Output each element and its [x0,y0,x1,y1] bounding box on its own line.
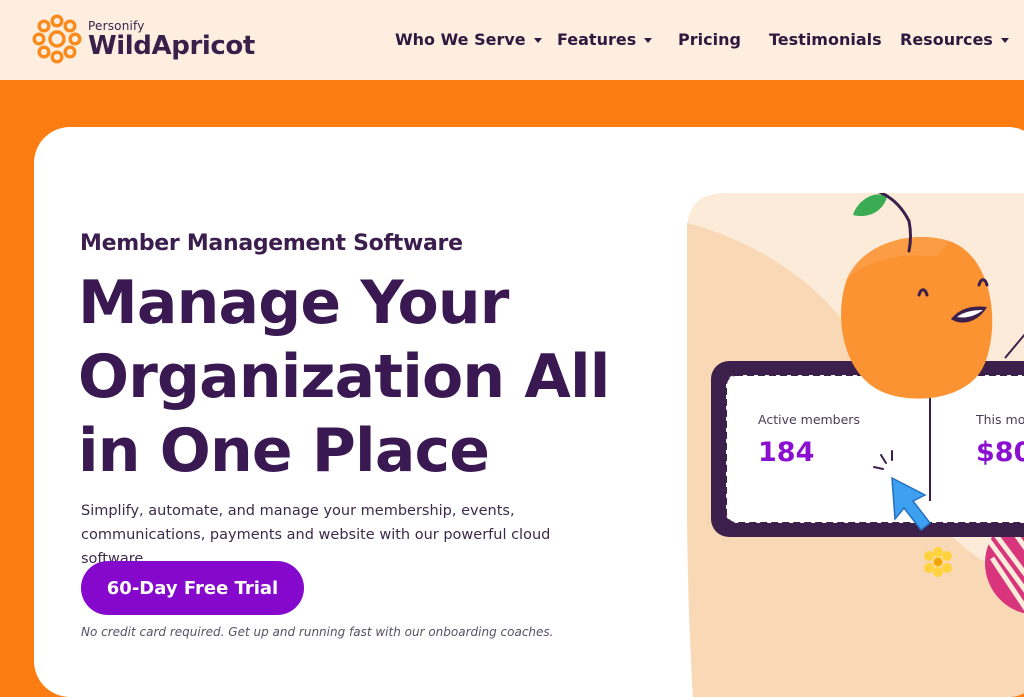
nav-label: Testimonials [769,30,882,49]
nav-resources[interactable]: Resources [900,30,1009,49]
hero-illustration: Active members 184 This mon $80 [687,193,1024,697]
nav-who-we-serve[interactable]: Who We Serve [395,30,542,49]
caret-down-icon [644,38,653,43]
nav-label: Resources [900,30,993,49]
nav-label: Who We Serve [395,30,526,49]
trial-note: No credit card required. Get up and runn… [81,625,554,639]
hero-eyebrow: Member Management Software [80,231,463,256]
stat-label-this-month: This mon [976,412,1024,427]
nav-features[interactable]: Features [557,30,653,49]
hero-headline: Manage Your Organization All in One Plac… [78,268,610,486]
logo-product-name: WildApricot [88,30,255,61]
apricot-sun-icon [32,14,82,64]
free-trial-button[interactable]: 60-Day Free Trial [81,561,304,615]
caret-down-icon [533,38,542,43]
hero-card: Member Management Software Manage Your O… [34,127,1024,697]
stat-label-active-members: Active members [758,412,860,427]
nav-label: Pricing [678,30,741,49]
nav-testimonials[interactable]: Testimonials [769,30,882,49]
nav-label: Features [557,30,637,49]
stat-value-this-month: $80 [976,437,1024,468]
caret-down-icon [1000,38,1009,43]
logo-company-name: Personify [88,18,145,33]
nav-pricing[interactable]: Pricing [678,30,741,49]
site-header: Personify WildApricot Who We Serve Featu… [0,0,1024,80]
stat-value-active-members: 184 [758,437,815,468]
wildapricot-logo[interactable]: Personify WildApricot [32,14,255,64]
illustration-graphic [687,193,1024,697]
